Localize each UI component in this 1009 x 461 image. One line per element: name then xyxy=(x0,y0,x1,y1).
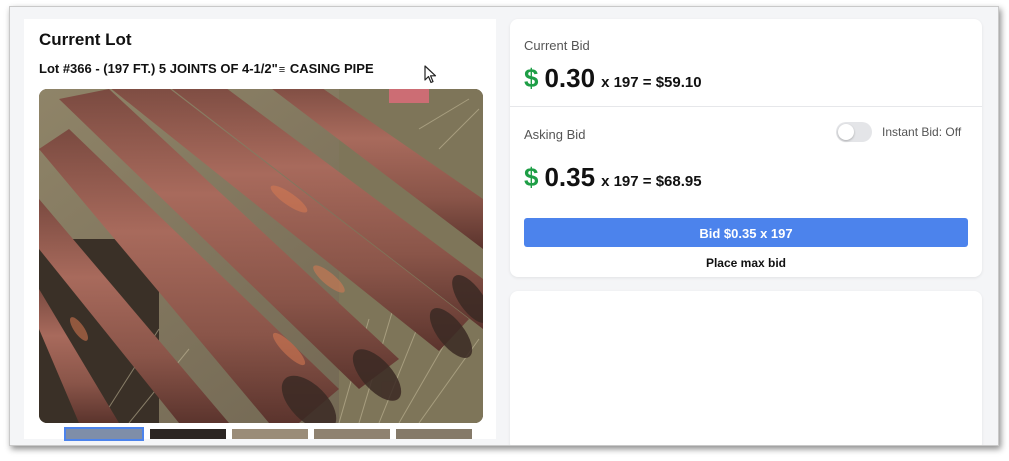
current-bid-price: $0.30 x 197 = $59.10 xyxy=(524,63,702,94)
lot-title: Lot #366 - (197 FT.) 5 JOINTS OF 4-1/2"≡… xyxy=(39,61,374,76)
mouse-cursor-icon xyxy=(424,65,437,84)
asking-bid-amount: 0.35 xyxy=(544,162,596,192)
thumbnail[interactable] xyxy=(396,429,472,439)
instant-bid-toggle[interactable] xyxy=(836,122,872,142)
asking-bid-price: $0.35 x 197 = $68.95 xyxy=(524,162,702,193)
app-window: Current Lot Lot #366 - (197 FT.) 5 JOINT… xyxy=(9,6,999,446)
divider xyxy=(510,106,982,107)
current-bid-total: x 197 = $59.10 xyxy=(601,74,702,91)
asking-bid-total: x 197 = $68.95 xyxy=(601,173,702,190)
current-bid-label: Current Bid xyxy=(524,38,590,53)
asking-bid-label: Asking Bid xyxy=(524,127,586,142)
thumbnail[interactable] xyxy=(150,429,226,439)
place-bid-button[interactable]: Bid $0.35 x 197 xyxy=(524,218,968,247)
current-lot-heading: Current Lot xyxy=(39,30,132,49)
thumbnail[interactable] xyxy=(314,429,390,439)
secondary-panel xyxy=(510,291,982,445)
dollar-sign: $ xyxy=(524,63,539,93)
casing-pipe-photo xyxy=(39,89,483,423)
current-bid-amount: 0.30 xyxy=(544,63,596,93)
lot-number: Lot #366 xyxy=(39,61,92,76)
toggle-knob xyxy=(838,124,854,140)
lot-main-photo[interactable] xyxy=(39,89,483,423)
current-lot-panel: Current Lot Lot #366 - (197 FT.) 5 JOINT… xyxy=(24,19,496,441)
bidding-panel: Current Bid $0.30 x 197 = $59.10 Asking B… xyxy=(510,19,982,277)
place-max-bid-link[interactable]: Place max bid xyxy=(510,256,982,270)
menu-glyph: ≡ xyxy=(278,64,286,76)
thumbnail[interactable] xyxy=(64,427,144,441)
thumbnail[interactable] xyxy=(232,429,308,439)
lot-description: - (197 FT.) 5 JOINTS OF 4-1/2" xyxy=(91,61,278,76)
instant-bid-label: Instant Bid: Off xyxy=(882,125,962,139)
lot-description-end: CASING PIPE xyxy=(286,61,374,76)
dollar-sign: $ xyxy=(524,162,539,192)
